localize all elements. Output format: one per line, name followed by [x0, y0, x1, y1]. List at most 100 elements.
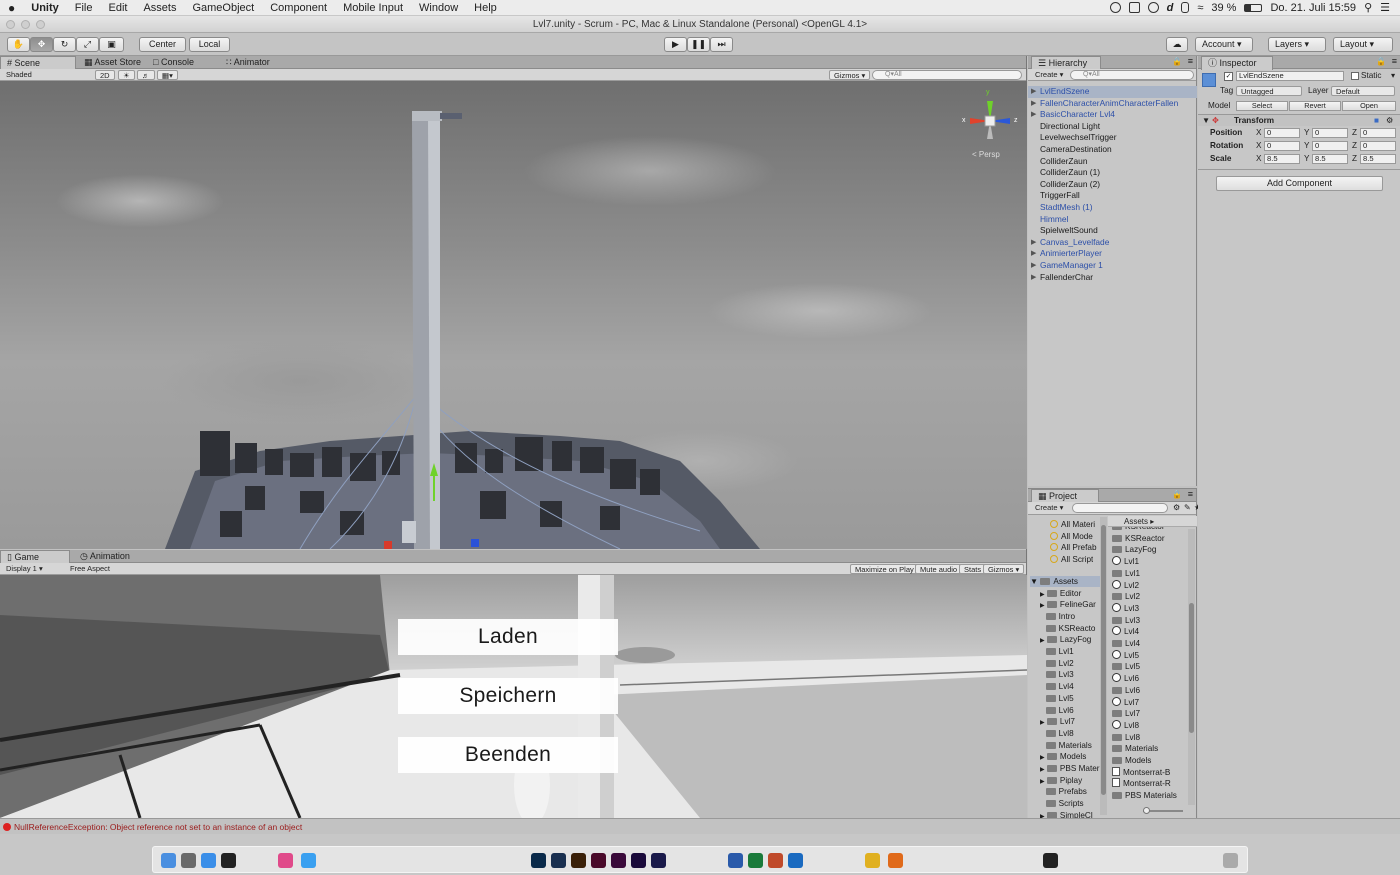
foldout-arrow-icon[interactable]: [1040, 697, 1043, 703]
foldout-arrow-icon[interactable]: ▶: [1031, 86, 1036, 98]
asset-item[interactable]: Lvl2: [1112, 591, 1190, 603]
foldout-arrow-icon[interactable]: [1040, 673, 1043, 679]
shading-dropdown[interactable]: Shaded: [2, 70, 90, 80]
tree-scrollbar[interactable]: [1100, 517, 1107, 815]
active-checkbox[interactable]: ✓: [1224, 72, 1233, 81]
wifi-icon[interactable]: ≈: [1197, 2, 1203, 14]
favorite-search-item[interactable]: All Mode: [1050, 531, 1093, 543]
asset-item[interactable]: Lvl3: [1112, 615, 1190, 627]
asset-item[interactable]: PBS Materials: [1112, 790, 1190, 802]
hierarchy-item[interactable]: LevelwechselTrigger: [1028, 132, 1197, 144]
indesign-icon[interactable]: [591, 853, 606, 868]
tab-inspector[interactable]: ⓘ Inspector: [1201, 56, 1273, 70]
transform-z-field[interactable]: 0: [1360, 128, 1396, 138]
asset-item[interactable]: Lvl4: [1112, 638, 1190, 650]
axis-label[interactable]: Y: [1304, 140, 1309, 151]
sync-icon[interactable]: [1109, 2, 1121, 13]
aftereffects-icon[interactable]: [651, 853, 666, 868]
foldout-arrow-icon[interactable]: [1040, 650, 1043, 656]
move-tool-button[interactable]: ✥: [30, 37, 53, 52]
pause-button[interactable]: ❚❚: [687, 37, 710, 52]
asset-item[interactable]: Lvl5: [1112, 649, 1190, 662]
foldout-arrow-icon[interactable]: ▶: [1040, 592, 1045, 598]
asset-item[interactable]: ▶Montserrat-R: [1112, 778, 1190, 790]
chevron-down-icon[interactable]: ▾: [1391, 70, 1395, 81]
battery-icon[interactable]: [1244, 3, 1263, 12]
foldout-arrow-icon[interactable]: ▼: [1030, 577, 1038, 586]
help-icon[interactable]: ■: [1374, 115, 1379, 126]
foldout-arrow-icon[interactable]: [1040, 732, 1043, 738]
menu-assets[interactable]: Assets: [135, 0, 184, 16]
add-component-button[interactable]: Add Component: [1216, 176, 1383, 191]
foldout-arrow-icon[interactable]: ▶: [1040, 720, 1045, 726]
scene-gizmos-dropdown[interactable]: Gizmos ▾: [829, 70, 871, 80]
transform-x-field[interactable]: 8.5: [1264, 154, 1300, 164]
game-viewport[interactable]: Laden Speichern Beenden: [0, 575, 1027, 818]
project-create-dropdown[interactable]: Create ▾: [1031, 503, 1067, 513]
asset-item[interactable]: Lvl8: [1112, 719, 1190, 732]
filter-label-icon[interactable]: ✎: [1184, 502, 1191, 513]
asset-item[interactable]: Lvl3: [1112, 602, 1190, 615]
axis-label[interactable]: X: [1256, 127, 1261, 138]
toggle-2d-button[interactable]: 2D: [95, 70, 115, 80]
asset-item[interactable]: Lvl2: [1112, 579, 1190, 592]
aspect-dropdown[interactable]: Free Aspect: [66, 564, 182, 574]
foldout-arrow-icon[interactable]: [1040, 709, 1043, 715]
menu-app-name[interactable]: Unity: [23, 0, 67, 16]
safari-icon[interactable]: [201, 853, 216, 868]
effects-dropdown-icon[interactable]: ▦▾: [157, 70, 178, 80]
tab-scene[interactable]: # Scene: [0, 56, 76, 70]
menu-window[interactable]: Window: [411, 0, 466, 16]
foldout-arrow-icon[interactable]: ▼: [1202, 115, 1210, 126]
transform-y-field[interactable]: 0: [1312, 128, 1348, 138]
foldout-arrow-icon[interactable]: ▶: [1031, 98, 1036, 110]
foldout-arrow-icon[interactable]: ▶: [1040, 603, 1045, 609]
asset-item[interactable]: Lvl1: [1112, 556, 1190, 568]
lock-icon[interactable]: 🔒: [1172, 490, 1182, 499]
foldout-arrow-icon[interactable]: ▶: [1031, 237, 1036, 249]
layers-dropdown[interactable]: Layers ▾: [1268, 37, 1326, 52]
trash-icon[interactable]: [1223, 853, 1238, 868]
tree-folder-item[interactable]: Lvl1: [1040, 646, 1100, 658]
quit-button[interactable]: Beenden: [398, 737, 618, 773]
illustrator-icon[interactable]: [571, 853, 586, 868]
asset-item[interactable]: Lvl8: [1112, 732, 1190, 744]
gear-icon[interactable]: ⚙: [1386, 115, 1393, 126]
hierarchy-search-input[interactable]: Q▾All: [1070, 70, 1194, 80]
hierarchy-create-dropdown[interactable]: Create ▾: [1031, 70, 1067, 80]
clock[interactable]: Do. 21. Juli 15:59: [1270, 2, 1356, 14]
outlook-icon[interactable]: [788, 853, 803, 868]
hierarchy-item[interactable]: ▶ BasicCharacter Lvl4: [1028, 109, 1197, 121]
foldout-arrow-icon[interactable]: ▶: [1031, 109, 1036, 121]
cloud-services-button[interactable]: ☁: [1166, 37, 1188, 52]
tree-folder-item[interactable]: Lvl2: [1040, 658, 1100, 670]
tab-asset-store[interactable]: ▦ Asset Store: [78, 56, 147, 69]
foldout-arrow-icon[interactable]: ▶: [1040, 638, 1045, 644]
bluetooth-icon[interactable]: [1181, 2, 1190, 13]
foldout-arrow-icon[interactable]: ▶: [1040, 767, 1045, 773]
pivot-local-button[interactable]: Local: [189, 37, 230, 52]
hierarchy-item[interactable]: ▶ AnimierterPlayer: [1028, 248, 1197, 260]
game-gizmos-dropdown[interactable]: Gizmos ▾: [983, 564, 1025, 574]
foldout-arrow-icon[interactable]: ▶: [1040, 779, 1045, 785]
itunes-icon[interactable]: [278, 853, 293, 868]
audio-toggle-icon[interactable]: ♬: [137, 70, 155, 80]
panel-menu-icon[interactable]: ≡: [1392, 56, 1397, 66]
hierarchy-item[interactable]: ▶ FallenderChar: [1028, 272, 1197, 284]
menu-help[interactable]: Help: [466, 0, 505, 16]
hierarchy-item[interactable]: SpielweltSound: [1028, 225, 1197, 237]
object-name-field[interactable]: LvlEndSzene: [1236, 71, 1344, 81]
asset-item[interactable]: LazyFog: [1112, 544, 1190, 556]
scene-search-input[interactable]: Q▾All: [872, 70, 1022, 80]
lighting-toggle-icon[interactable]: ☀: [118, 70, 135, 80]
lightroom-icon[interactable]: [551, 853, 566, 868]
asset-item[interactable]: Lvl1: [1112, 568, 1190, 580]
foldout-arrow-icon[interactable]: [1040, 802, 1043, 808]
foldout-arrow-icon[interactable]: ▶: [1040, 755, 1045, 761]
foldout-arrow-icon[interactable]: ▶: [1031, 260, 1036, 272]
asset-item[interactable]: Materials: [1112, 743, 1190, 755]
hierarchy-item[interactable]: ▶ Canvas_Levelfade: [1028, 237, 1197, 249]
tree-folder-item[interactable]: ▶ LazyFog: [1040, 634, 1100, 646]
foldout-arrow-icon[interactable]: [1040, 744, 1043, 750]
pivot-center-button[interactable]: Center: [139, 37, 186, 52]
